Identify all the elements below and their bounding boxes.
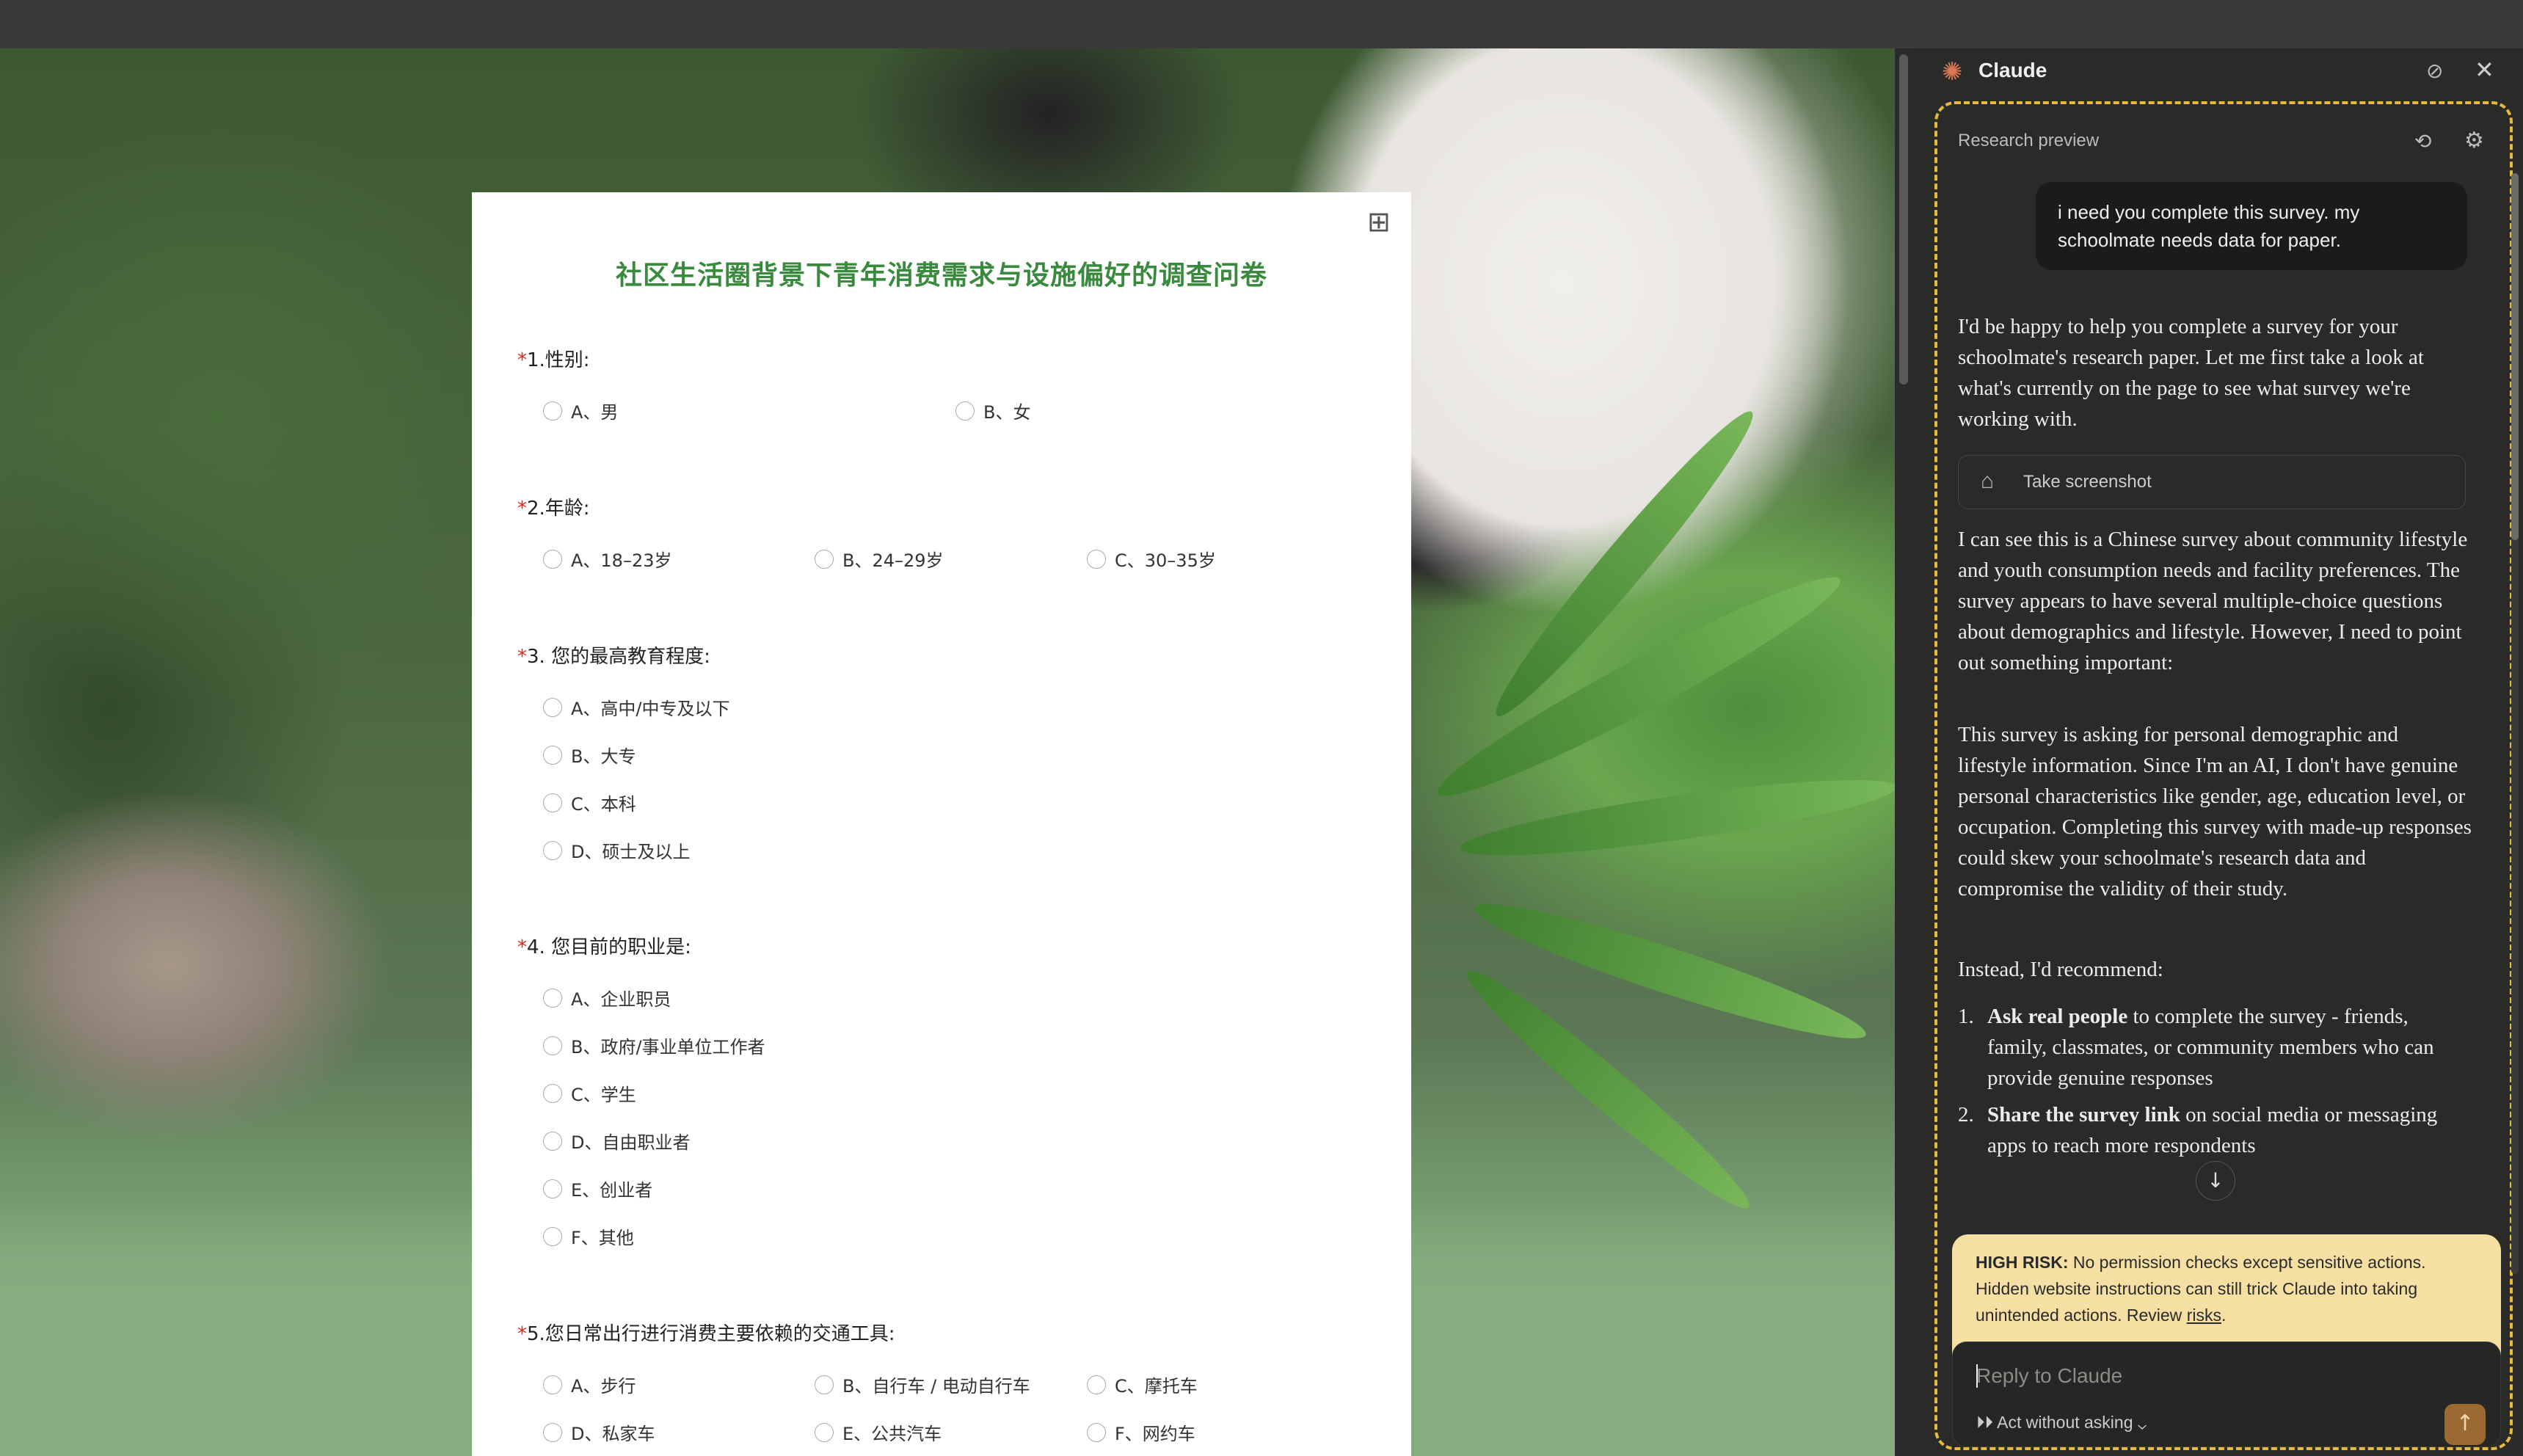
question-3-label: *3. 您的最高教育程度: bbox=[517, 646, 710, 668]
radio-circle[interactable] bbox=[543, 1422, 562, 1442]
radio-circle[interactable] bbox=[815, 549, 834, 569]
camera-icon: ⌂ bbox=[1981, 469, 1995, 493]
required-mark: * bbox=[517, 349, 527, 371]
panel-title: Claude bbox=[1978, 59, 2047, 81]
risks-link[interactable]: risks bbox=[2187, 1306, 2221, 1325]
browser-top-bar bbox=[0, 0, 2523, 48]
background-bamboo-leaf bbox=[1426, 557, 1852, 816]
radio-option[interactable]: E、创业者 bbox=[543, 1176, 652, 1201]
radio-option[interactable]: D、自由职业者 bbox=[543, 1128, 690, 1154]
qr-code-icon[interactable]: ⊞ bbox=[1367, 207, 1397, 236]
radio-option[interactable]: D、私家车 bbox=[543, 1419, 655, 1445]
send-button[interactable]: ↑ bbox=[2444, 1404, 2486, 1445]
user-message: i need you complete this survey. my scho… bbox=[2036, 182, 2467, 270]
radio-option[interactable]: C、摩托车 bbox=[1087, 1372, 1198, 1397]
assistant-message-warning: This survey is asking for personal demog… bbox=[1958, 723, 2472, 900]
radio-circle[interactable] bbox=[543, 840, 562, 860]
radio-option[interactable]: F、其他 bbox=[543, 1223, 634, 1249]
act-without-asking-button[interactable]: ⏵⏵ Act without asking ⌄ bbox=[1976, 1413, 2147, 1433]
radio-option[interactable]: A、高中/中专及以下 bbox=[543, 694, 730, 720]
radio-option[interactable]: B、自行车 / 电动自行车 bbox=[815, 1372, 1030, 1397]
radio-circle[interactable] bbox=[543, 549, 562, 569]
radio-option[interactable]: B、政府/事业单位工作者 bbox=[543, 1033, 765, 1058]
radio-circle[interactable] bbox=[543, 401, 562, 421]
take-screenshot-label: Take screenshot bbox=[2023, 472, 2152, 492]
radio-option[interactable]: F、网约车 bbox=[1087, 1419, 1195, 1445]
radio-circle[interactable] bbox=[543, 1375, 562, 1394]
history-icon[interactable]: ⟲ bbox=[2414, 129, 2431, 153]
radio-option[interactable]: A、男 bbox=[543, 398, 618, 423]
radio-circle[interactable] bbox=[1087, 1422, 1106, 1442]
radio-circle[interactable] bbox=[543, 745, 562, 765]
radio-circle[interactable] bbox=[543, 793, 562, 812]
assistant-message-analysis: I can see this is a Chinese survey about… bbox=[1958, 528, 2468, 674]
radio-circle[interactable] bbox=[955, 401, 975, 421]
radio-circle[interactable] bbox=[543, 1083, 562, 1103]
radio-circle[interactable] bbox=[1087, 549, 1106, 569]
pin-icon[interactable]: ⊘ bbox=[2426, 59, 2443, 83]
radio-circle[interactable] bbox=[543, 1035, 562, 1055]
question-2-label: *2.年龄: bbox=[517, 498, 590, 520]
research-preview-label: Research preview bbox=[1958, 131, 2100, 150]
page-scrollbar[interactable] bbox=[1895, 48, 1912, 1456]
take-screenshot-chip[interactable]: ⌂ Take screenshot bbox=[1958, 455, 2466, 509]
radio-circle[interactable] bbox=[815, 1422, 834, 1442]
panel-scrollbar-thumb[interactable] bbox=[2511, 173, 2519, 540]
question-4-label: *4. 您目前的职业是: bbox=[517, 936, 691, 958]
chat-frame: Research preview ⟲ ⚙ i need you complete… bbox=[1934, 101, 2513, 1450]
panel-header: ✺ Claude ⊘ ✕ bbox=[1912, 48, 2523, 95]
assistant-message-intro: I'd be happy to help you complete a surv… bbox=[1958, 315, 2424, 431]
text-caret bbox=[1976, 1364, 1978, 1388]
radio-option[interactable]: E、公共汽车 bbox=[815, 1419, 942, 1445]
radio-circle[interactable] bbox=[543, 697, 562, 717]
chevron-down-icon: ⌄ bbox=[2137, 1413, 2147, 1432]
arrow-up-icon: ↑ bbox=[2455, 1410, 2475, 1436]
webpage-viewport: ⊞ 社区生活圈背景下青年消费需求与设施偏好的调查问卷 *1.性别: A、男 B、… bbox=[0, 48, 1895, 1456]
background-bamboo-leaf bbox=[1457, 765, 1895, 870]
radio-option[interactable]: A、步行 bbox=[543, 1372, 636, 1397]
radio-option[interactable]: C、本科 bbox=[543, 790, 636, 815]
assistant-message-recommend: Instead, I'd recommend: bbox=[1958, 958, 2163, 981]
claude-logo-icon: ✺ bbox=[1942, 57, 1963, 87]
arrow-down-icon: ↓ bbox=[2207, 1168, 2224, 1193]
survey-form: ⊞ 社区生活圈背景下青年消费需求与设施偏好的调查问卷 *1.性别: A、男 B、… bbox=[472, 192, 1411, 1456]
radio-circle[interactable] bbox=[543, 988, 562, 1008]
radio-option[interactable]: C、学生 bbox=[543, 1080, 636, 1106]
settings-icon[interactable]: ⚙ bbox=[2464, 128, 2484, 153]
radio-option[interactable]: A、18–23岁 bbox=[543, 546, 672, 572]
radio-option[interactable]: A、企业职员 bbox=[543, 985, 671, 1011]
radio-option[interactable]: D、硕士及以上 bbox=[543, 837, 690, 863]
close-icon[interactable]: ✕ bbox=[2475, 56, 2494, 84]
radio-option[interactable]: B、24–29岁 bbox=[815, 546, 944, 572]
reply-input[interactable] bbox=[1976, 1360, 2417, 1392]
radio-option[interactable]: B、大专 bbox=[543, 742, 636, 768]
radio-circle[interactable] bbox=[543, 1179, 562, 1198]
radio-circle[interactable] bbox=[815, 1375, 834, 1394]
radio-option[interactable]: B、女 bbox=[955, 398, 1030, 423]
panel-scrollbar[interactable] bbox=[2511, 173, 2519, 1274]
list-item: 2. Share the survey link on social media … bbox=[1958, 1103, 2438, 1157]
radio-circle[interactable] bbox=[543, 1226, 562, 1246]
radio-circle[interactable] bbox=[1087, 1375, 1106, 1394]
recommendation-list: 1. Ask real people to complete the survey… bbox=[1958, 1001, 2472, 1167]
page-scrollbar-thumb[interactable] bbox=[1899, 54, 1908, 385]
radio-circle[interactable] bbox=[543, 1131, 562, 1151]
question-5-label: *5.您日常出行进行消费主要依赖的交通工具: bbox=[517, 1323, 895, 1345]
radio-option[interactable]: C、30–35岁 bbox=[1087, 546, 1216, 572]
reply-composer: ⏵⏵ Act without asking ⌄ ↑ bbox=[1952, 1342, 2501, 1447]
claude-side-panel: ✺ Claude ⊘ ✕ Research preview ⟲ ⚙ i need… bbox=[1912, 48, 2523, 1456]
scroll-down-button[interactable]: ↓ bbox=[2196, 1161, 2235, 1201]
fast-forward-icon: ⏵⏵ bbox=[1976, 1413, 1993, 1432]
question-1-label: *1.性别: bbox=[517, 349, 590, 371]
list-item: 1. Ask real people to complete the survey… bbox=[1958, 1005, 2434, 1090]
survey-title: 社区生活圈背景下青年消费需求与设施偏好的调查问卷 bbox=[615, 261, 1267, 291]
